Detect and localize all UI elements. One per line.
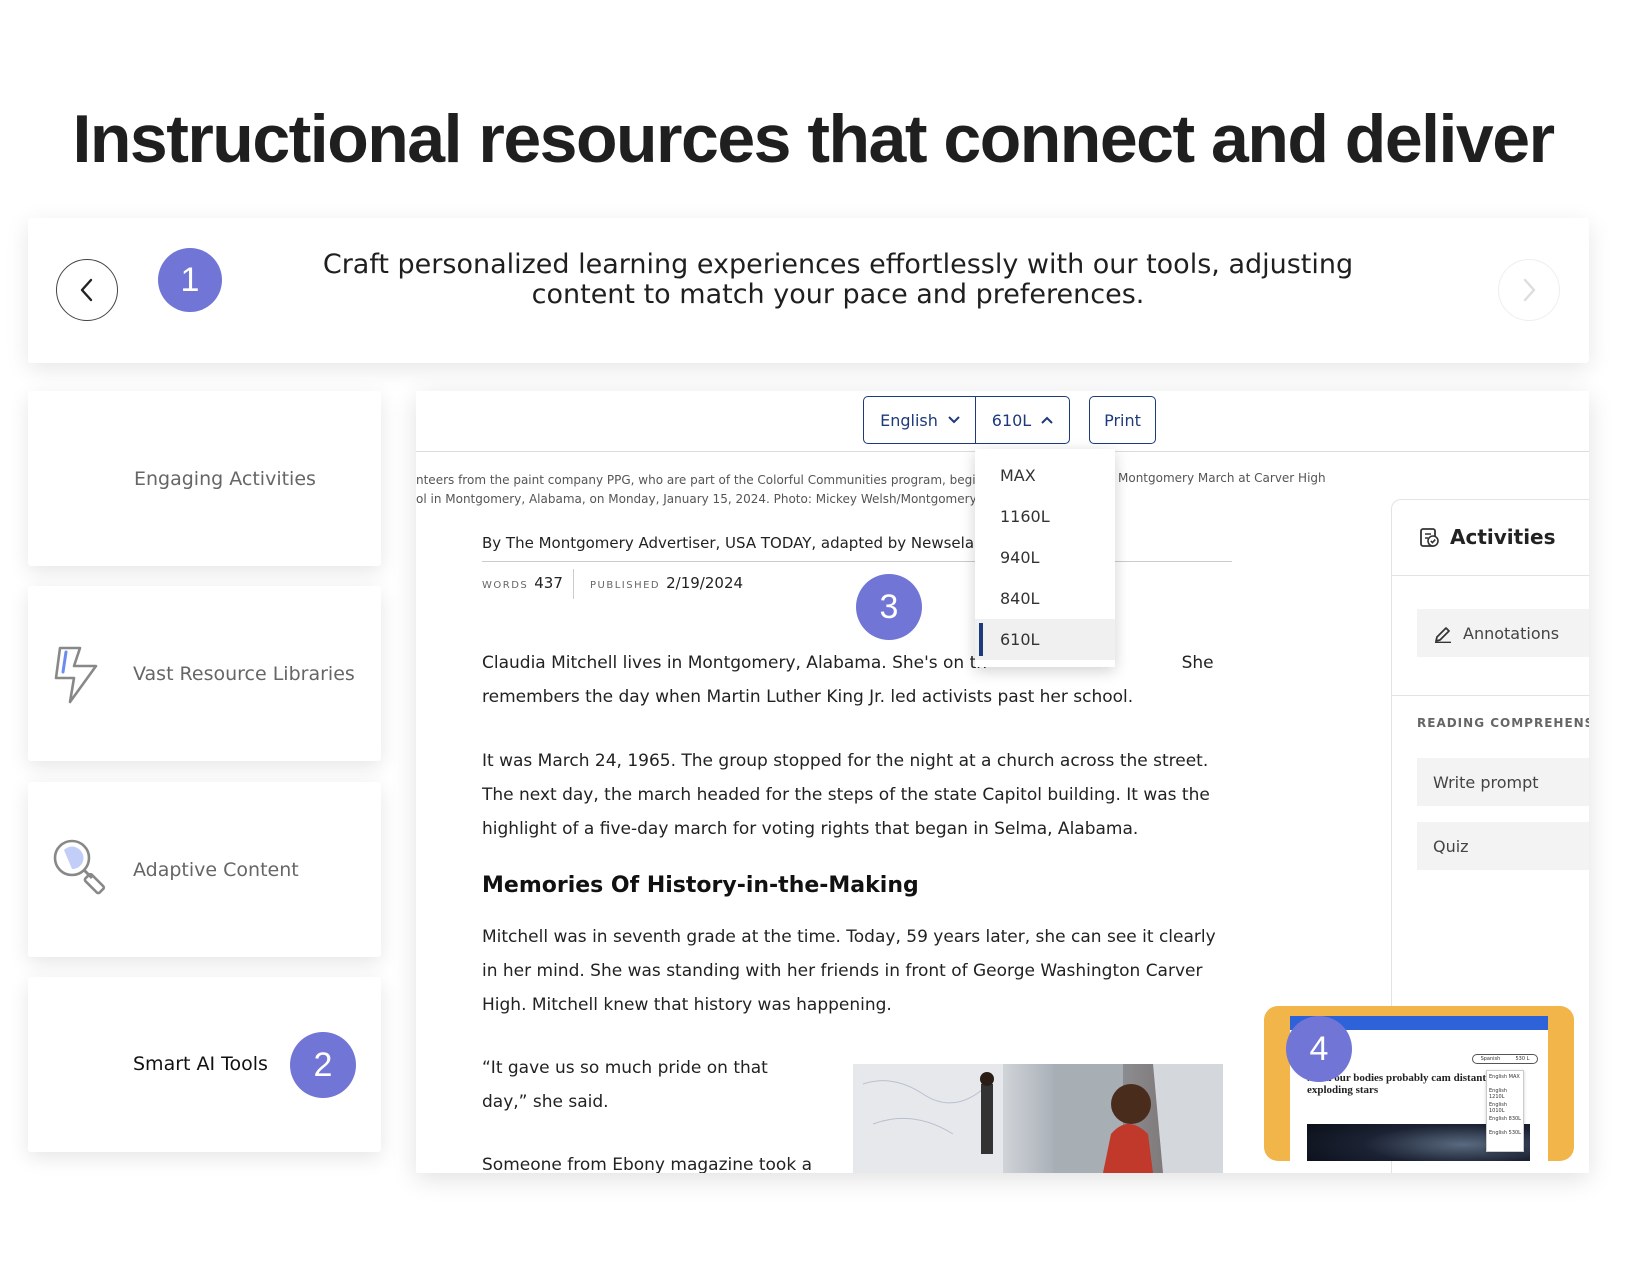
- write-prompt-label: Write prompt: [1433, 772, 1539, 792]
- step-badge-1: 1: [158, 248, 222, 312]
- byline: By The Montgomery Advertiser, USA TODAY,…: [482, 534, 975, 552]
- activities-header: Activities: [1418, 525, 1556, 549]
- word-count: WORDS 437: [482, 574, 563, 592]
- photo-scene: [853, 1064, 1223, 1173]
- magnifier-icon: [53, 839, 106, 895]
- quiz-button[interactable]: Quiz: [1417, 822, 1589, 870]
- article-paragraph: It was March 24, 1965. The group stopped…: [482, 751, 1210, 839]
- divider: [482, 561, 1232, 562]
- reading-comprehension-heading: READING COMPREHENSIO: [1417, 716, 1589, 730]
- level-select-label: 610L: [991, 410, 1032, 430]
- feature-label: Vast Resource Libraries: [133, 663, 355, 685]
- thumbnail-selects: Spanish 530 L: [1472, 1054, 1538, 1064]
- chevron-up-icon: [1041, 416, 1053, 424]
- language-select-label: English: [880, 410, 938, 430]
- write-prompt-button[interactable]: Write prompt: [1417, 758, 1589, 806]
- intro-text: Craft personalized learning experiences …: [322, 249, 1354, 310]
- feature-card-adaptive-content[interactable]: Adaptive Content: [28, 782, 381, 957]
- previous-button[interactable]: [56, 259, 118, 321]
- next-button[interactable]: [1498, 259, 1560, 321]
- feature-label: Adaptive Content: [133, 859, 299, 881]
- level-select[interactable]: 610L: [975, 396, 1070, 444]
- level-option-840l[interactable]: 840L: [975, 578, 1115, 619]
- feature-card-vast-resource-libraries[interactable]: Vast Resource Libraries: [28, 586, 381, 761]
- thumbnail-dropdown: English MAX English 1210L English 1010L …: [1486, 1070, 1524, 1152]
- level-option-610l[interactable]: 610L: [975, 619, 1115, 660]
- clipboard-check-icon: [1420, 528, 1439, 547]
- page-title: Instructional resources that connect and…: [72, 101, 1555, 177]
- pen-icon: [1435, 627, 1451, 643]
- language-select[interactable]: English: [863, 396, 977, 444]
- article-paragraph: Mitchell was in seventh grade at the tim…: [482, 927, 1216, 1015]
- chevron-left-icon: [80, 278, 93, 302]
- level-option-940l[interactable]: 940L: [975, 537, 1115, 578]
- level-option-1160l[interactable]: 1160L: [975, 496, 1115, 537]
- annotations-button[interactable]: Annotations: [1417, 609, 1589, 657]
- quiz-label: Quiz: [1433, 836, 1469, 856]
- level-option-max[interactable]: MAX: [975, 455, 1115, 496]
- preview-thumbnail[interactable]: Spanish 530 L ...s in our bodies probabl…: [1264, 1006, 1574, 1161]
- divider: [1392, 695, 1589, 696]
- print-button-label: Print: [1104, 410, 1141, 430]
- feature-card-engaging-activities[interactable]: Engaging Activities: [28, 391, 381, 566]
- print-button[interactable]: Print: [1089, 396, 1156, 444]
- article-paragraph: Someone from Ebony magazine took a: [482, 1155, 812, 1173]
- intro-carousel: 1 Craft personalized learning experience…: [28, 218, 1589, 363]
- annotations-label: Annotations: [1463, 623, 1560, 643]
- divider: [573, 569, 574, 599]
- published-date: PUBLISHED 2/19/2024: [590, 574, 744, 592]
- feature-label: Smart AI Tools: [133, 1053, 268, 1075]
- step-badge-2: 2: [290, 1032, 356, 1098]
- level-dropdown-menu: MAX 1160L 940L 840L 610L: [975, 449, 1115, 667]
- step-badge-4: 4: [1286, 1016, 1352, 1082]
- activities-title: Activities: [1450, 525, 1556, 549]
- feature-card-smart-ai-tools[interactable]: Smart AI Tools 2: [28, 977, 381, 1152]
- article-photo: [853, 1064, 1223, 1173]
- step-badge-3: 3: [856, 574, 922, 640]
- chevron-right-icon: [1523, 278, 1536, 302]
- chevron-down-icon: [948, 416, 960, 424]
- article-subheading: Memories Of History-in-the-Making: [482, 873, 919, 898]
- divider: [1392, 575, 1589, 576]
- article-quote: “It gave us so much pride on that day,” …: [482, 1058, 768, 1112]
- lightning-icon: [54, 646, 98, 704]
- feature-label: Engaging Activities: [134, 468, 316, 490]
- photo-caption-continued: Montgomery March at Carver High: [1118, 471, 1326, 485]
